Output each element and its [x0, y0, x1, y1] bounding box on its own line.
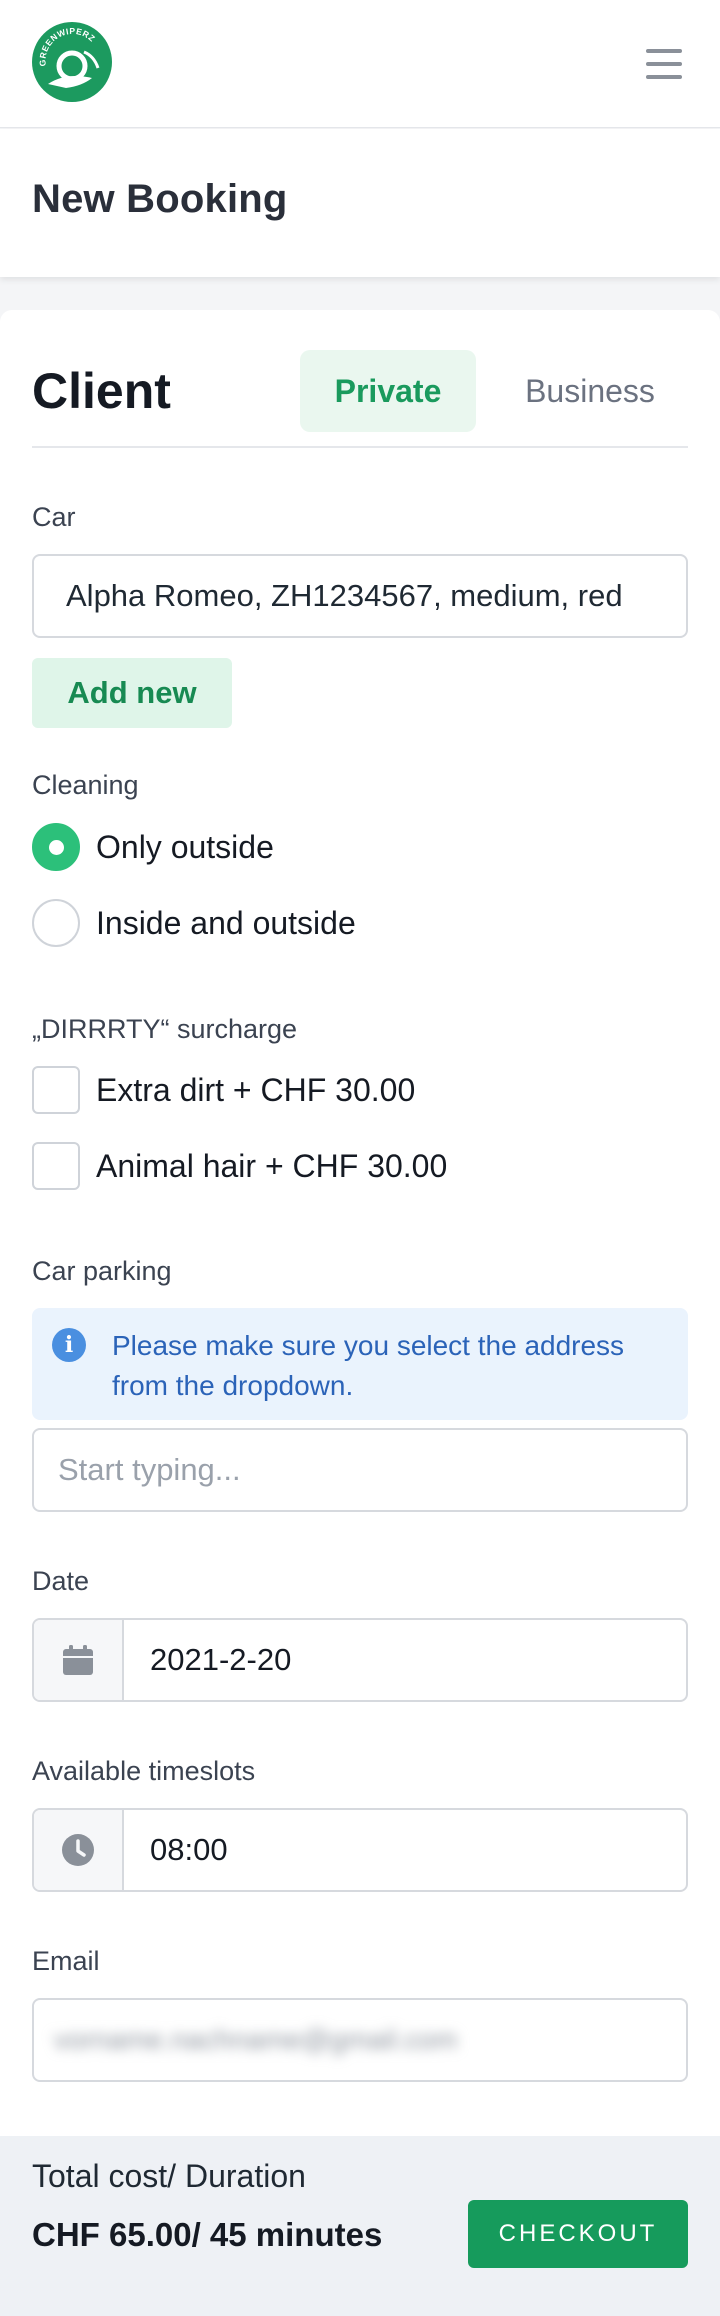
logo-text: GREENWIPERZ — [37, 26, 96, 67]
address-placeholder: Start typing... — [58, 1452, 241, 1487]
surcharge-label: „DIRRRTY“ surcharge — [32, 1014, 298, 1044]
checkbox[interactable] — [32, 1066, 80, 1114]
cleaning-label: Cleaning — [32, 770, 139, 800]
radio-button[interactable] — [32, 899, 80, 947]
section-divider — [32, 446, 688, 448]
checkout-button[interactable]: CHECKOUT — [468, 2200, 688, 2268]
tab-private[interactable]: Private — [300, 350, 476, 432]
surcharge-option-label: Extra dirt + CHF 30.00 — [96, 1071, 416, 1108]
info-icon: i — [52, 1328, 86, 1362]
timeslot-select[interactable]: 08:00 — [32, 1808, 688, 1892]
booking-form: Client Private Business Car Alpha Romeo,… — [0, 310, 720, 2136]
car-parking-label: Car parking — [32, 1256, 172, 1286]
cleaning-option-only-outside[interactable]: Only outside — [32, 823, 274, 871]
total-cost-value: CHF 65.00/ 45 minutes — [32, 2216, 383, 2253]
page-header: New Booking — [0, 129, 720, 277]
info-alert: i Please make sure you select the addres… — [32, 1308, 688, 1420]
top-navbar: GREENWIPERZ — [0, 0, 720, 128]
date-input[interactable]: 2021-2-20 — [32, 1618, 688, 1702]
email-input[interactable]: vorname.nachname@gmail.com — [32, 1998, 688, 2082]
calendar-icon — [34, 1620, 124, 1700]
email-label: Email — [32, 1946, 100, 1976]
info-alert-text: Please make sure you select the address … — [112, 1330, 625, 1401]
car-label: Car — [32, 502, 76, 532]
radio-button-selected[interactable] — [32, 823, 80, 871]
cleaning-option-inside-and-outside[interactable]: Inside and outside — [32, 899, 356, 947]
timeslot-value: 08:00 — [150, 1832, 228, 1867]
date-label: Date — [32, 1566, 90, 1596]
page-title: New Booking — [32, 177, 288, 221]
timeslots-label: Available timeslots — [32, 1756, 256, 1786]
add-new-car-button[interactable]: Add new — [32, 658, 232, 728]
tab-business[interactable]: Business — [490, 350, 690, 432]
svg-text:GREENWIPERZ: GREENWIPERZ — [37, 26, 97, 67]
email-value: vorname.nachname@gmail.com — [54, 2024, 458, 2055]
surcharge-option-label: Animal hair + CHF 30.00 — [96, 1147, 448, 1184]
clock-icon — [34, 1810, 124, 1890]
greenwiperz-logo[interactable]: GREENWIPERZ — [32, 22, 112, 102]
surcharge-animal-hair[interactable]: Animal hair + CHF 30.00 — [32, 1142, 447, 1190]
car-select-value: Alpha Romeo, ZH1234567, medium, red — [66, 578, 623, 613]
address-input[interactable]: Start typing... — [32, 1428, 688, 1512]
cleaning-option-label: Inside and outside — [96, 904, 356, 941]
cleaning-option-label: Only outside — [96, 828, 274, 865]
surcharge-extra-dirt[interactable]: Extra dirt + CHF 30.00 — [32, 1066, 415, 1114]
client-section-title: Client — [32, 363, 171, 419]
total-cost-label: Total cost/ Duration — [32, 2158, 306, 2194]
hamburger-menu-icon[interactable] — [642, 46, 686, 82]
car-select[interactable]: Alpha Romeo, ZH1234567, medium, red — [32, 554, 688, 638]
date-value: 2021-2-20 — [150, 1642, 292, 1677]
checkbox[interactable] — [32, 1142, 80, 1190]
checkout-footer: Total cost/ Duration CHF 65.00/ 45 minut… — [0, 2136, 720, 2316]
